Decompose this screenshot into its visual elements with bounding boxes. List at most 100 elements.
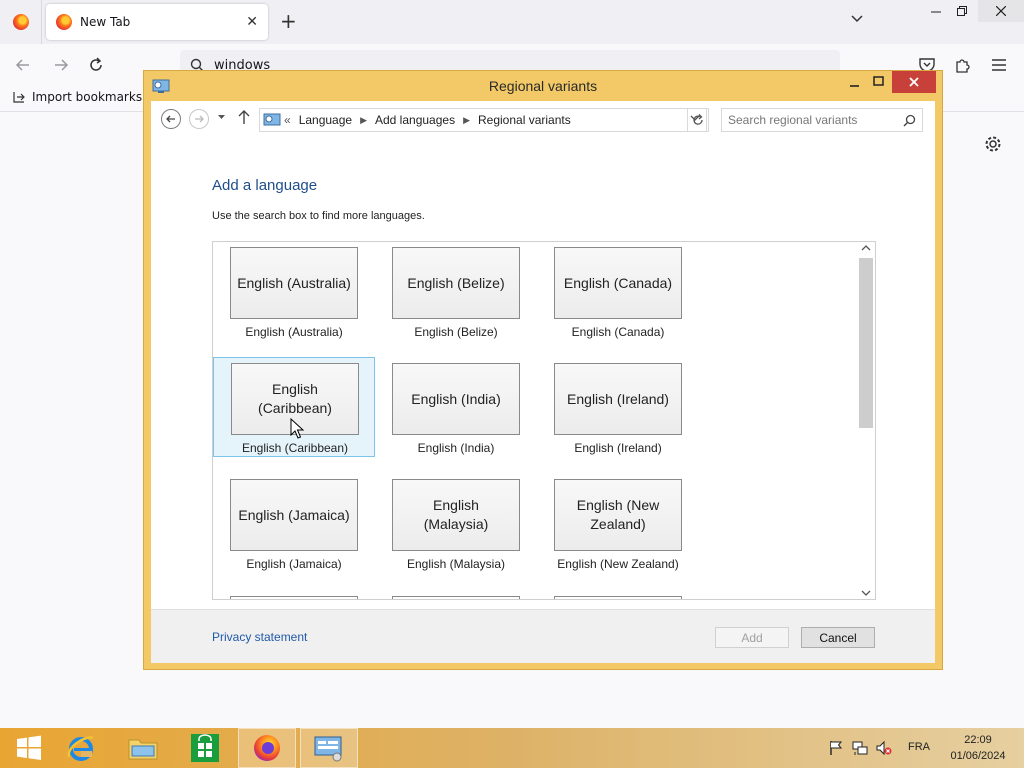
- language-item-new-zealand[interactable]: English (New Zealand) English (New Zeala…: [537, 474, 699, 574]
- tab-close-icon[interactable]: ✕: [246, 14, 258, 30]
- control-panel-icon: [263, 113, 281, 126]
- language-tile-partial[interactable]: [392, 596, 520, 599]
- extensions-icon[interactable]: [954, 56, 972, 74]
- language-tile[interactable]: English (Belize): [392, 247, 520, 319]
- language-item-belize[interactable]: English (Belize) English (Belize): [375, 242, 537, 342]
- scroll-down-icon[interactable]: [861, 589, 871, 597]
- add-button[interactable]: Add: [715, 627, 789, 648]
- breadcrumb-overflow[interactable]: «: [284, 113, 291, 127]
- breadcrumb-item-regional-variants[interactable]: Regional variants: [478, 113, 571, 127]
- chevron-right-icon[interactable]: ▶: [360, 115, 367, 126]
- firefox-view-button[interactable]: [0, 0, 42, 44]
- address-bar: « Language ▶ Add languages ▶ Regional va…: [151, 101, 935, 139]
- browser-restore-button[interactable]: [950, 0, 974, 22]
- browser-tab-new-tab[interactable]: New Tab ✕: [46, 4, 268, 40]
- firefox-icon: [56, 14, 72, 30]
- start-button[interactable]: [0, 728, 58, 768]
- refresh-icon: [693, 114, 703, 125]
- browser-close-button[interactable]: [978, 0, 1024, 22]
- regional-variants-window: Regional variants « Language ▶ Add langu…: [143, 70, 943, 670]
- menu-icon[interactable]: [990, 58, 1008, 72]
- gear-icon[interactable]: [984, 135, 1002, 153]
- control-panel-icon: [314, 736, 342, 762]
- browser-minimize-button[interactable]: [922, 0, 950, 22]
- chevron-right-icon[interactable]: ▶: [463, 115, 470, 126]
- search-icon: [903, 114, 916, 127]
- taskbar-store[interactable]: [176, 728, 234, 768]
- language-tile[interactable]: English (Ireland): [554, 363, 682, 435]
- action-center-flag-icon[interactable]: [828, 740, 844, 756]
- breadcrumb-item-language[interactable]: Language: [299, 113, 352, 127]
- system-tray: FRA 22:09 01/06/2024: [820, 728, 1024, 768]
- chevron-down-icon[interactable]: [850, 12, 864, 26]
- language-caption: English (India): [417, 441, 495, 455]
- language-tile[interactable]: English (Canada): [554, 247, 682, 319]
- language-tile[interactable]: English (Australia): [230, 247, 358, 319]
- language-tile-partial[interactable]: [554, 596, 682, 599]
- clock-date[interactable]: 01/06/2024: [946, 750, 1010, 762]
- refresh-button[interactable]: [687, 108, 709, 132]
- language-item-caribbean[interactable]: English (Caribbean) English (Caribbean): [213, 357, 375, 457]
- search-placeholder: Search regional variants: [728, 113, 858, 127]
- scroll-up-icon[interactable]: [861, 244, 871, 252]
- taskbar-control-panel[interactable]: [300, 728, 358, 768]
- language-item-ireland[interactable]: English (Ireland) English (Ireland): [537, 358, 699, 458]
- language-item-australia[interactable]: English (Australia) English (Australia): [213, 242, 375, 342]
- tab-title: New Tab: [80, 15, 131, 29]
- up-level-button[interactable]: [237, 109, 251, 129]
- breadcrumb[interactable]: « Language ▶ Add languages ▶ Regional va…: [259, 108, 707, 132]
- privacy-statement-link[interactable]: Privacy statement: [212, 630, 307, 644]
- taskbar-internet-explorer[interactable]: [52, 728, 110, 768]
- dialog-back-button[interactable]: [161, 109, 181, 129]
- back-button[interactable]: [12, 54, 34, 76]
- close-icon: [909, 77, 919, 87]
- language-caption: English (Belize): [414, 325, 498, 339]
- import-icon: [13, 92, 25, 103]
- language-item-malaysia[interactable]: English (Malaysia) English (Malaysia): [375, 474, 537, 574]
- language-caption: English (New Zealand): [557, 557, 679, 571]
- dialog-forward-button[interactable]: [189, 109, 209, 129]
- firefox-icon: [254, 735, 280, 761]
- scrollbar-thumb[interactable]: [859, 258, 873, 428]
- import-bookmarks-button[interactable]: Import bookmarks...: [12, 90, 154, 104]
- list-scrollbar[interactable]: [857, 242, 875, 599]
- language-tile-partial[interactable]: [230, 596, 358, 599]
- breadcrumb-item-add-languages[interactable]: Add languages: [375, 113, 455, 127]
- input-language-indicator[interactable]: FRA: [908, 741, 930, 753]
- volume-muted-icon[interactable]: [876, 740, 892, 756]
- language-list: English (Australia) English (Australia) …: [212, 241, 876, 600]
- forward-button[interactable]: [50, 54, 72, 76]
- language-caption: English (Caribbean): [241, 441, 349, 455]
- reload-button[interactable]: [85, 54, 107, 76]
- window-minimize-button[interactable]: [844, 75, 866, 93]
- browser-tab-bar: New Tab ✕ +: [0, 0, 1024, 44]
- reload-icon: [90, 57, 102, 71]
- language-item-jamaica[interactable]: English (Jamaica) English (Jamaica): [213, 474, 375, 574]
- arrow-right-icon: [195, 115, 204, 123]
- taskbar-file-explorer[interactable]: [114, 728, 172, 768]
- language-caption: English (Ireland): [574, 441, 662, 455]
- language-tile[interactable]: English (Jamaica): [230, 479, 358, 551]
- taskbar: FRA 22:09 01/06/2024: [0, 728, 1024, 768]
- search-input[interactable]: Search regional variants: [721, 108, 923, 132]
- recent-locations-dropdown[interactable]: [217, 113, 226, 125]
- arrow-left-icon: [15, 59, 29, 71]
- network-icon[interactable]: [852, 740, 868, 756]
- language-caption: English (Malaysia): [406, 557, 506, 571]
- window-title-bar[interactable]: Regional variants: [144, 71, 942, 101]
- arrow-up-icon: [238, 110, 250, 124]
- window-maximize-button[interactable]: [868, 73, 890, 91]
- cancel-button[interactable]: Cancel: [801, 627, 875, 648]
- language-tile[interactable]: English (India): [392, 363, 520, 435]
- taskbar-firefox[interactable]: [238, 728, 296, 768]
- new-tab-button[interactable]: +: [280, 10, 297, 32]
- firefox-icon: [12, 14, 29, 30]
- window-close-button[interactable]: [892, 71, 936, 93]
- clock-time[interactable]: 22:09: [950, 734, 1006, 746]
- language-tile[interactable]: English (Malaysia): [392, 479, 520, 551]
- language-item-canada[interactable]: English (Canada) English (Canada): [537, 242, 699, 342]
- language-tile[interactable]: English (New Zealand): [554, 479, 682, 551]
- language-item-india[interactable]: English (India) English (India): [375, 358, 537, 458]
- minimize-icon: [850, 85, 859, 87]
- internet-explorer-icon: [67, 736, 94, 761]
